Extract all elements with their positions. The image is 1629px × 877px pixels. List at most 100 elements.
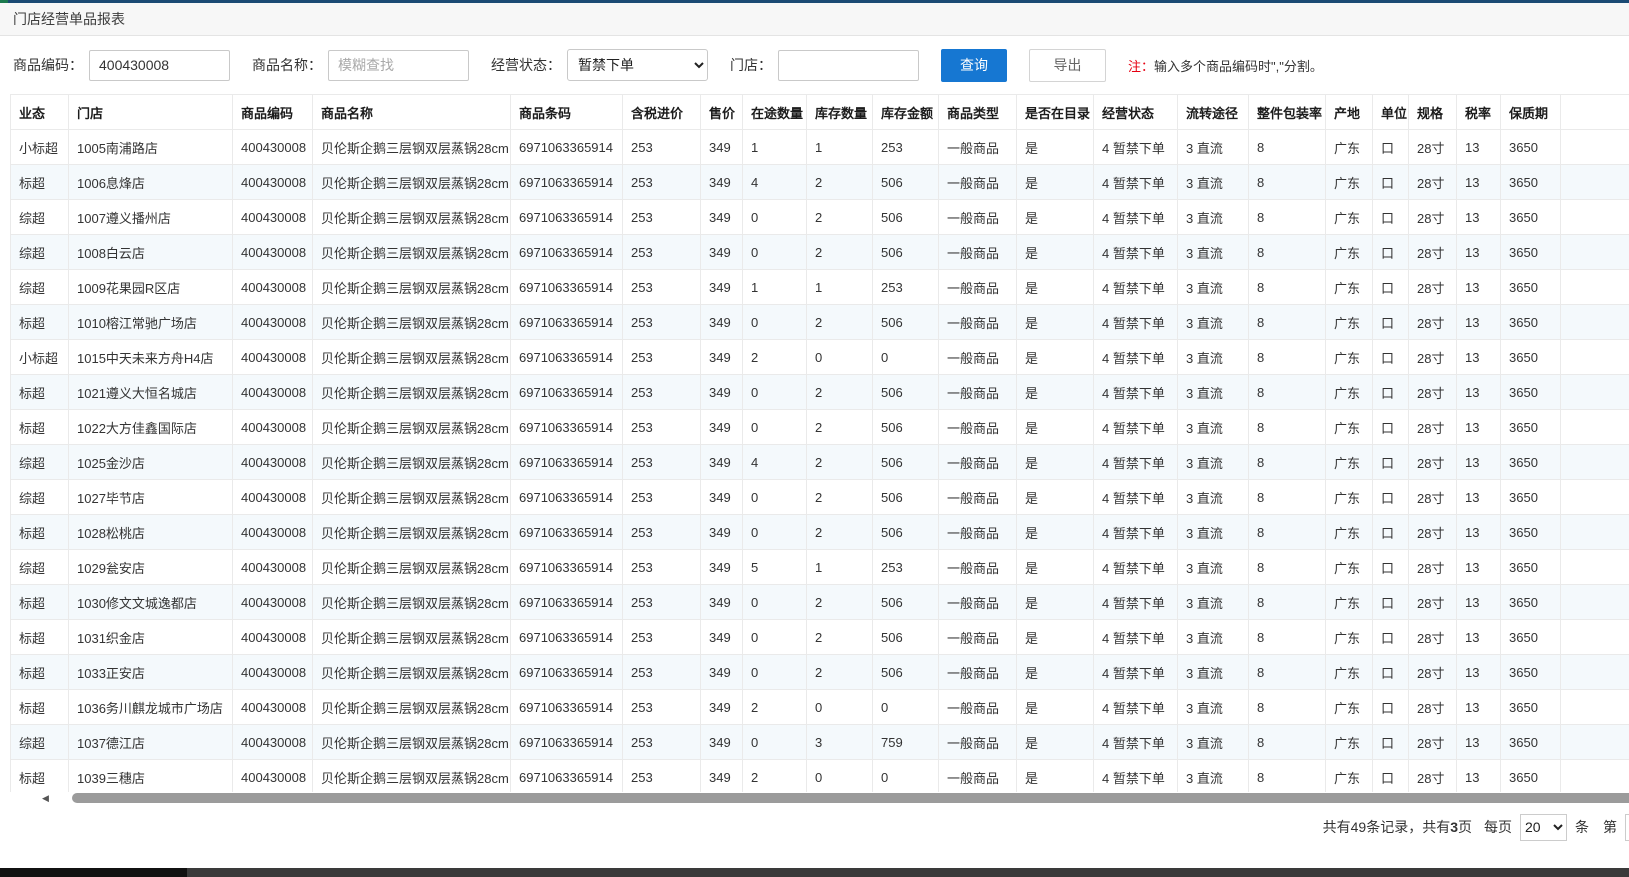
table-cell: 13 bbox=[1457, 305, 1501, 340]
table-cell-clipped bbox=[1561, 760, 1629, 793]
column-header: 门店 bbox=[69, 95, 233, 130]
table-cell: 8 bbox=[1249, 410, 1326, 445]
table-cell: 是 bbox=[1017, 655, 1094, 690]
table-row: 小标超1015中天未来方舟H4店400430008贝伦斯企鹅三层钢双层蒸锅28c… bbox=[11, 340, 1629, 375]
table-cell: 3 直流 bbox=[1178, 655, 1249, 690]
table-cell: 349 bbox=[701, 200, 743, 235]
table-cell: 0 bbox=[743, 305, 807, 340]
table-cell: 13 bbox=[1457, 480, 1501, 515]
column-header: 库存数量 bbox=[807, 95, 873, 130]
table-cell: 6971063365914 bbox=[511, 410, 623, 445]
table-cell: 3 直流 bbox=[1178, 235, 1249, 270]
table-cell: 253 bbox=[623, 445, 701, 480]
table-cell: 贝伦斯企鹅三层钢双层蒸锅28cm bbox=[313, 340, 511, 375]
scrollbar-left-arrow-icon[interactable]: ◀ bbox=[42, 792, 49, 804]
table-cell: 400430008 bbox=[233, 130, 313, 165]
table-cell: 口 bbox=[1373, 690, 1409, 725]
table-cell-clipped bbox=[1561, 725, 1629, 760]
table-cell: 一般商品 bbox=[939, 760, 1017, 793]
table-cell-clipped bbox=[1561, 375, 1629, 410]
table-cell: 0 bbox=[743, 235, 807, 270]
table-cell: 253 bbox=[623, 165, 701, 200]
table-cell: 广东 bbox=[1326, 480, 1373, 515]
table-cell: 贝伦斯企鹅三层钢双层蒸锅28cm bbox=[313, 305, 511, 340]
table-cell: 广东 bbox=[1326, 445, 1373, 480]
page-number-input[interactable] bbox=[1625, 814, 1629, 841]
table-cell: 253 bbox=[623, 410, 701, 445]
table-cell: 6971063365914 bbox=[511, 200, 623, 235]
table-cell-clipped bbox=[1561, 480, 1629, 515]
table-cell: 0 bbox=[807, 690, 873, 725]
table-cell: 13 bbox=[1457, 270, 1501, 305]
table-cell: 标超 bbox=[11, 655, 69, 690]
table-cell: 广东 bbox=[1326, 725, 1373, 760]
table-cell: 6971063365914 bbox=[511, 550, 623, 585]
table-cell: 贝伦斯企鹅三层钢双层蒸锅28cm bbox=[313, 375, 511, 410]
table-cell: 28寸 bbox=[1409, 375, 1457, 410]
table-cell: 贝伦斯企鹅三层钢双层蒸锅28cm bbox=[313, 445, 511, 480]
store-input[interactable] bbox=[778, 50, 919, 81]
table-cell: 13 bbox=[1457, 375, 1501, 410]
table-cell: 1036务川麒龙城市广场店 bbox=[69, 690, 233, 725]
table-cell: 6971063365914 bbox=[511, 725, 623, 760]
table-cell: 贝伦斯企鹅三层钢双层蒸锅28cm bbox=[313, 725, 511, 760]
table-cell: 8 bbox=[1249, 130, 1326, 165]
table-cell: 3650 bbox=[1501, 585, 1561, 620]
scrollbar-thumb[interactable] bbox=[72, 793, 1629, 803]
table-cell: 0 bbox=[807, 760, 873, 793]
table-cell: 506 bbox=[873, 515, 939, 550]
table-cell: 口 bbox=[1373, 655, 1409, 690]
per-page-select[interactable]: 20 bbox=[1520, 814, 1567, 841]
search-button[interactable]: 查询 bbox=[941, 49, 1007, 82]
table-cell: 506 bbox=[873, 585, 939, 620]
table-cell: 是 bbox=[1017, 165, 1094, 200]
table-cell: 4 暂禁下单 bbox=[1094, 270, 1178, 305]
table-cell: 2 bbox=[743, 690, 807, 725]
table-cell: 广东 bbox=[1326, 760, 1373, 793]
table-cell: 1033正安店 bbox=[69, 655, 233, 690]
table-cell: 0 bbox=[743, 655, 807, 690]
report-table-container: 业态门店商品编码商品名称商品条码含税进价售价在途数量库存数量库存金额商品类型是否… bbox=[0, 94, 1629, 792]
table-cell: 广东 bbox=[1326, 340, 1373, 375]
table-cell: 8 bbox=[1249, 235, 1326, 270]
table-cell-clipped bbox=[1561, 550, 1629, 585]
table-cell: 口 bbox=[1373, 270, 1409, 305]
table-cell: 349 bbox=[701, 480, 743, 515]
top-window-strip bbox=[0, 0, 1629, 3]
table-cell: 506 bbox=[873, 200, 939, 235]
operation-status-select[interactable]: 暂禁下单 bbox=[567, 49, 708, 81]
table-cell: 贝伦斯企鹅三层钢双层蒸锅28cm bbox=[313, 515, 511, 550]
table-cell: 400430008 bbox=[233, 655, 313, 690]
table-cell: 8 bbox=[1249, 760, 1326, 793]
column-header: 售价 bbox=[701, 95, 743, 130]
table-cell: 506 bbox=[873, 235, 939, 270]
horizontal-scrollbar[interactable]: ◀ bbox=[0, 792, 1629, 804]
table-cell: 4 暂禁下单 bbox=[1094, 410, 1178, 445]
page-header: 门店经营单品报表 bbox=[0, 3, 1629, 36]
table-cell: 28寸 bbox=[1409, 760, 1457, 793]
table-cell: 一般商品 bbox=[939, 410, 1017, 445]
table-cell: 0 bbox=[743, 480, 807, 515]
table-cell: 3650 bbox=[1501, 375, 1561, 410]
table-cell: 4 暂禁下单 bbox=[1094, 515, 1178, 550]
table-cell: 3 直流 bbox=[1178, 305, 1249, 340]
product-name-input[interactable] bbox=[328, 50, 469, 81]
table-cell: 8 bbox=[1249, 445, 1326, 480]
export-button[interactable]: 导出 bbox=[1029, 49, 1106, 82]
table-cell: 349 bbox=[701, 270, 743, 305]
page-jump-prefix: 第 bbox=[1603, 817, 1617, 837]
table-cell: 广东 bbox=[1326, 620, 1373, 655]
column-header: 在途数量 bbox=[743, 95, 807, 130]
table-cell: 广东 bbox=[1326, 585, 1373, 620]
column-header: 商品条码 bbox=[511, 95, 623, 130]
table-cell: 3650 bbox=[1501, 725, 1561, 760]
table-cell: 349 bbox=[701, 620, 743, 655]
table-cell-clipped bbox=[1561, 165, 1629, 200]
table-cell: 253 bbox=[623, 235, 701, 270]
table-cell: 0 bbox=[873, 760, 939, 793]
table-cell: 口 bbox=[1373, 375, 1409, 410]
table-cell: 2 bbox=[807, 410, 873, 445]
table-cell: 口 bbox=[1373, 410, 1409, 445]
column-header: 是否在目录 bbox=[1017, 95, 1094, 130]
product-code-input[interactable] bbox=[89, 50, 230, 81]
